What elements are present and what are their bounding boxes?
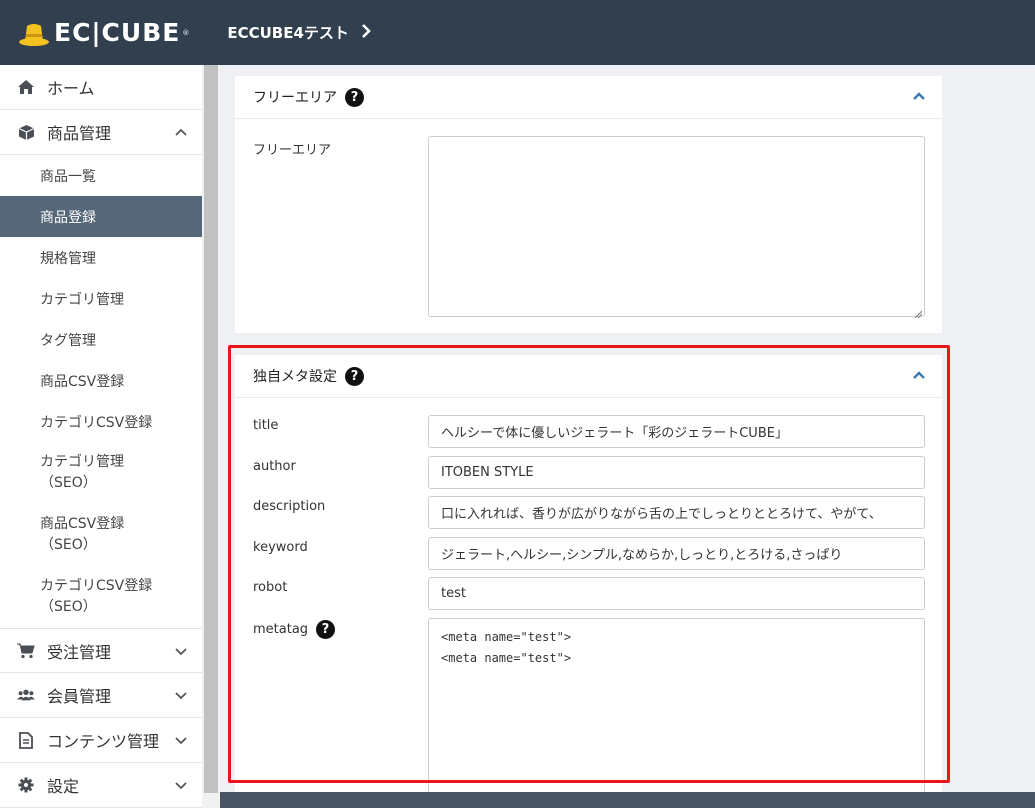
home-icon (17, 78, 35, 96)
sidebar: ホーム 商品管理 商品一覧 商品登録 規格管理 カテゴリ管理 タグ管理 商品CSV登録 カテ… (0, 65, 202, 808)
sidebar-subitem-label: 商品一覧 (40, 168, 96, 185)
sidebar-subitem[interactable]: カテゴリ管理 （SEO） (0, 442, 202, 504)
chevron-up-icon[interactable] (912, 369, 926, 383)
sidebar-subitem-label: カテゴリCSV登録 (40, 578, 153, 594)
shop-name-link[interactable]: ECCUBE4テスト (227, 22, 349, 43)
meta-description-input[interactable]: 口に入れれば、香りが広がりながら舌の上でしっとりととろけて、やがて、 (428, 496, 925, 529)
nav-products-label: 商品管理 (47, 124, 112, 143)
nav-orders[interactable]: 受注管理 (0, 628, 202, 673)
sidebar-subitem-label: カテゴリCSV登録 (40, 414, 153, 431)
question-circle-icon[interactable]: ? (316, 620, 336, 639)
sidebar-subitem[interactable]: カテゴリCSV登録 (0, 401, 202, 442)
cart-icon (17, 642, 35, 660)
meta-title-label: title (253, 418, 279, 433)
chevron-down-icon (174, 644, 188, 658)
sidebar-subitem[interactable]: 商品CSV登録 （SEO） (0, 504, 202, 566)
metatag-line: <meta name="test"> (441, 630, 572, 644)
sidebar-scrollbar-thumb[interactable] (204, 65, 218, 793)
bottom-bar (220, 792, 1035, 808)
question-circle-icon[interactable]: ? (345, 87, 364, 107)
sidebar-subitem[interactable]: カテゴリ管理 (0, 278, 202, 319)
users-icon (17, 686, 35, 704)
free-area-textarea[interactable] (428, 136, 925, 319)
sidebar-subitem-sublabel: （SEO） (40, 537, 97, 553)
meta-author-input[interactable]: ITOBEN STYLE (428, 456, 925, 489)
top-header: EC|CUBE ® ECCUBE4テスト (0, 0, 1035, 65)
main-content: フリーエリア ? フリーエリア 独自メタ設定 ? title ヘルシーで体に優し… (220, 65, 1035, 808)
eccube-logo[interactable]: EC|CUBE ® (18, 18, 189, 47)
meta-metatag-textarea[interactable]: <meta name="test"> <meta name="test"> (428, 618, 925, 808)
nav-settings[interactable]: 設定 (0, 763, 202, 808)
free-area-header[interactable]: フリーエリア ? (235, 76, 942, 119)
sidebar-subitem-sublabel: （SEO） (40, 599, 97, 615)
nav-members-label: 会員管理 (47, 687, 112, 706)
sidebar-subitem-label: 商品CSV登録 (40, 373, 125, 390)
sidebar-subitem[interactable]: 商品一覧 (0, 155, 202, 196)
sidebar-subitem-label: 商品CSV登録 (40, 516, 125, 532)
nav-orders-label: 受注管理 (47, 642, 112, 662)
file-icon (17, 731, 35, 749)
resize-handle-icon[interactable] (914, 306, 923, 319)
nav-products[interactable]: 商品管理 (0, 110, 202, 155)
meta-robot-label: robot (253, 580, 288, 595)
nav-contents[interactable]: コンテンツ管理 (0, 718, 202, 763)
meta-description-label: description (253, 499, 326, 514)
gear-icon (17, 776, 35, 794)
meta-settings-header[interactable]: 独自メタ設定 ? (235, 355, 942, 398)
meta-robot-input[interactable]: test (428, 577, 925, 610)
sidebar-subitem-label: タグ管理 (40, 332, 96, 349)
sidebar-subitem-label: 商品登録 (40, 209, 96, 226)
meta-settings-title: 独自メタ設定 (253, 369, 337, 385)
nav-members[interactable]: 会員管理 (0, 673, 202, 718)
nav-home[interactable]: ホーム (0, 65, 202, 110)
chevron-up-icon (174, 125, 188, 139)
nav-settings-label: 設定 (47, 777, 80, 796)
sidebar-subitem[interactable]: 商品CSV登録 (0, 360, 202, 401)
free-area-title: フリーエリア (253, 90, 337, 106)
box-icon (17, 123, 35, 141)
chevron-down-icon (174, 688, 188, 702)
nav-home-label: ホーム (47, 79, 95, 98)
meta-title-input[interactable]: ヘルシーで体に優しいジェラート「彩のジェラートCUBE」 (428, 415, 925, 448)
meta-metatag-label-wrap: metatag ? (253, 620, 336, 639)
meta-metatag-label: metatag (253, 622, 309, 637)
metatag-line: <meta name="test"> (441, 651, 572, 665)
logo-text: EC|CUBE (54, 18, 181, 47)
meta-author-label: author (253, 459, 296, 474)
question-circle-icon[interactable]: ? (345, 366, 364, 386)
logo-registered: ® (182, 29, 190, 37)
sidebar-subitem-label: 規格管理 (40, 250, 96, 267)
meta-keyword-label: keyword (253, 540, 308, 555)
meta-settings-card: 独自メタ設定 ? title ヘルシーで体に優しいジェラート「彩のジェラートCU… (235, 355, 942, 808)
sidebar-subitem[interactable]: 規格管理 (0, 237, 202, 278)
sidebar-subitem[interactable]: 商品登録 (0, 196, 202, 237)
sidebar-subitem[interactable]: タグ管理 (0, 319, 202, 360)
free-area-label: フリーエリア (253, 143, 332, 158)
chevron-down-icon (174, 733, 188, 747)
nav-contents-label: コンテンツ管理 (47, 732, 160, 751)
logo-hat-icon (18, 19, 50, 47)
sidebar-subitem[interactable]: カテゴリCSV登録 （SEO） (0, 566, 202, 628)
chevron-right-icon[interactable] (361, 23, 371, 42)
sidebar-subitem-sublabel: （SEO） (40, 475, 97, 491)
free-area-card: フリーエリア ? フリーエリア (235, 76, 942, 333)
chevron-down-icon (174, 778, 188, 792)
sidebar-subitem-label: カテゴリ管理 (40, 291, 124, 308)
sidebar-subitem-label: カテゴリ管理 (40, 454, 124, 470)
meta-keyword-input[interactable]: ジェラート,ヘルシー,シンプル,なめらか,しっとり,とろける,さっぱり (428, 537, 925, 570)
chevron-up-icon[interactable] (912, 90, 926, 104)
